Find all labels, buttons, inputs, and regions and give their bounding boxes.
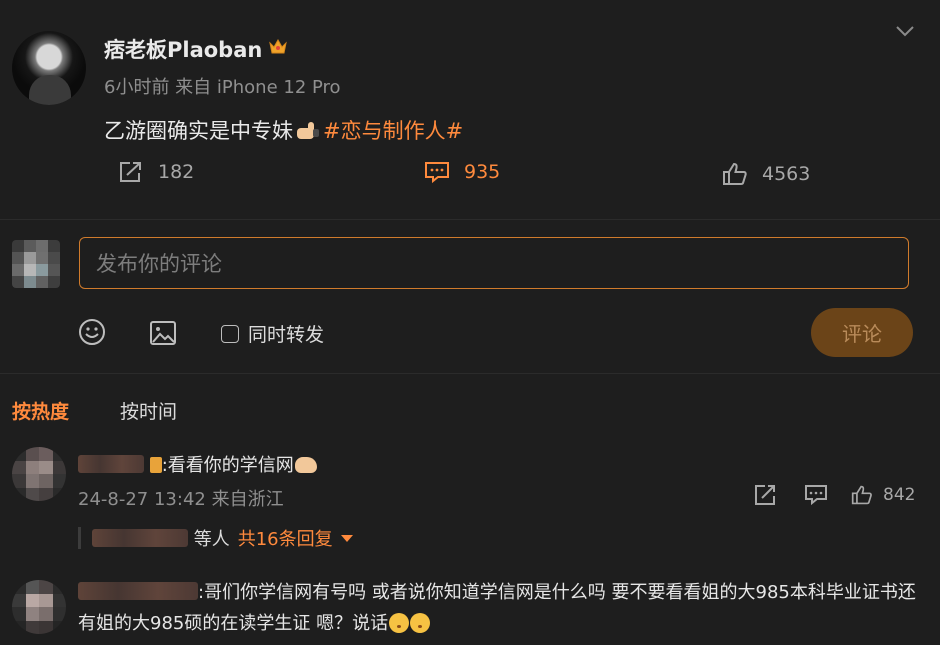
comment-body: :哥们你学信网有号吗 或者说你知道学信网是什么吗 要不要看看姐的大985本科毕业… bbox=[78, 582, 916, 634]
comment-like-button[interactable]: 842 bbox=[851, 484, 915, 506]
tab-sort-hot[interactable]: 按热度 bbox=[12, 397, 69, 424]
commenter-avatar[interactable] bbox=[12, 447, 66, 501]
comment-count: 935 bbox=[464, 161, 501, 183]
post-text: 乙游圈确实是中专妹 bbox=[104, 119, 293, 143]
reply-summary[interactable]: 等人 共16条回复 bbox=[92, 525, 353, 551]
author-avatar[interactable] bbox=[12, 31, 86, 105]
repost-count: 182 bbox=[158, 161, 195, 183]
caret-down-icon bbox=[340, 535, 353, 542]
thumbs-up-icon bbox=[851, 485, 872, 505]
kiss-emoji-icon bbox=[410, 613, 431, 633]
comment-button[interactable]: 935 bbox=[424, 160, 500, 184]
checkbox-box[interactable] bbox=[221, 324, 239, 343]
author-username[interactable]: 痞老板Plaoban bbox=[104, 34, 262, 64]
comment-input[interactable] bbox=[94, 238, 888, 289]
image-icon[interactable] bbox=[149, 320, 177, 346]
share-icon bbox=[120, 162, 141, 182]
kiss-emoji-icon bbox=[389, 613, 410, 633]
reply-prefix: 等人 bbox=[193, 529, 230, 550]
view-replies-link[interactable]: 共16条回复 bbox=[238, 529, 333, 550]
emoji-icon[interactable] bbox=[78, 318, 106, 346]
crown-badge-icon bbox=[269, 38, 287, 54]
post-meta: 6小时前 来自 iPhone 12 Pro bbox=[104, 77, 341, 98]
post-content: 乙游圈确实是中专妹 #恋与制作人# bbox=[104, 115, 463, 145]
weibo-post-page: 痞老板Plaoban 6小时前 来自 iPhone 12 Pro 乙游圈确实是中… bbox=[0, 0, 940, 645]
thumbs-up-icon bbox=[723, 162, 747, 185]
reply-thread-bar bbox=[78, 527, 81, 549]
tab-sort-time[interactable]: 按时间 bbox=[120, 397, 177, 424]
divider bbox=[0, 373, 940, 374]
comment-icon bbox=[425, 162, 449, 184]
comment-like-count: 842 bbox=[883, 485, 916, 505]
repost-button[interactable]: 182 bbox=[118, 160, 194, 184]
chevron-down-icon[interactable] bbox=[896, 24, 914, 38]
comment-text: :哥们你学信网有号吗 或者说你知道学信网是什么吗 要不要看看姐的大985本科毕业… bbox=[78, 577, 920, 639]
like-count: 4563 bbox=[762, 163, 811, 185]
divider bbox=[0, 219, 940, 220]
redacted-username bbox=[78, 455, 144, 473]
share-icon[interactable] bbox=[754, 484, 778, 506]
thumbs-up-emoji-icon bbox=[297, 122, 319, 139]
redacted-username bbox=[78, 582, 198, 600]
submit-comment-button[interactable]: 评论 bbox=[811, 308, 913, 357]
hashtag-link[interactable]: #恋与制作人# bbox=[323, 119, 463, 143]
commenter-avatar[interactable] bbox=[12, 580, 66, 634]
comment-input-box[interactable] bbox=[79, 237, 909, 289]
repost-checkbox[interactable]: 同时转发 bbox=[221, 320, 324, 347]
comment-meta: 24-8-27 13:42 来自浙江 bbox=[78, 489, 284, 510]
badge-icon bbox=[149, 457, 162, 473]
hand-emoji-icon bbox=[294, 457, 317, 473]
like-button[interactable]: 4563 bbox=[722, 162, 810, 186]
redacted-username bbox=[92, 529, 188, 547]
current-user-avatar bbox=[12, 240, 60, 288]
repost-checkbox-label: 同时转发 bbox=[248, 324, 325, 346]
comment-text: :看看你的学信网 bbox=[78, 451, 317, 477]
comment-body: :看看你的学信网 bbox=[161, 455, 294, 476]
comment-icon[interactable] bbox=[804, 484, 828, 506]
